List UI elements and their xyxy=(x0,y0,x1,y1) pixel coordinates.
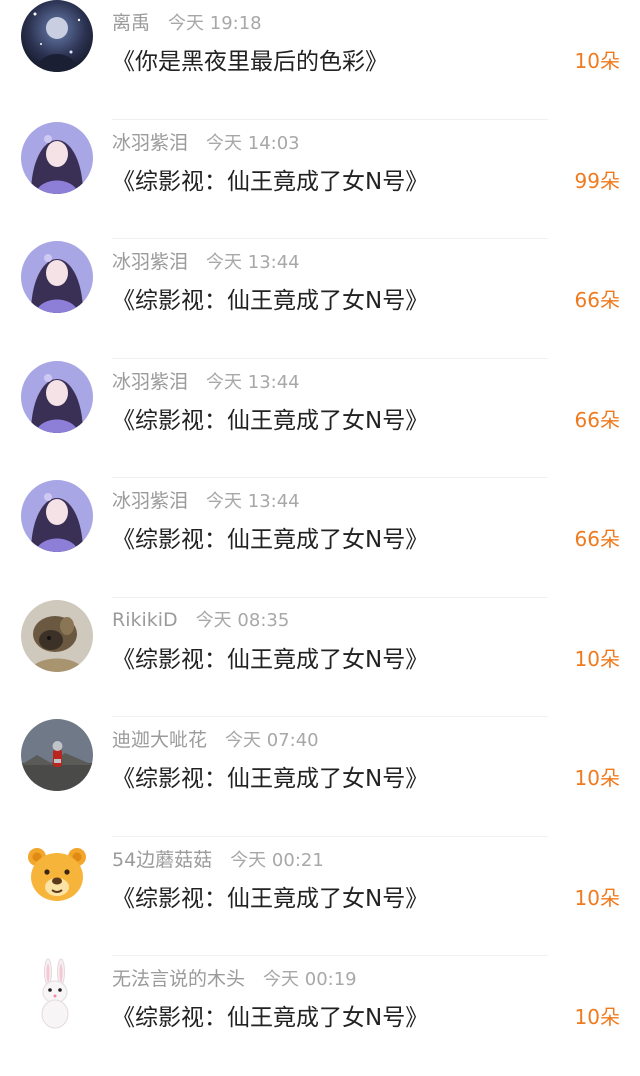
book-title[interactable]: 《综影视：仙王竟成了女N号》 xyxy=(112,998,428,1032)
row-meta: 离禹 今天 19:18 xyxy=(112,8,262,35)
dark-starry-portrait-icon[interactable] xyxy=(21,0,93,72)
book-title[interactable]: 《综影视：仙王竟成了女N号》 xyxy=(112,162,428,196)
timestamp: 今天 13:44 xyxy=(206,371,300,393)
timestamp: 今天 07:40 xyxy=(225,730,319,751)
list-item[interactable]: 无法言说的木头 今天 00:19 《综影视：仙王竟成了女N号》 10朵 xyxy=(0,956,640,1076)
row-meta: 54边蘑菇菇 今天 00:21 xyxy=(112,845,324,872)
username[interactable]: 无法言说的木头 xyxy=(112,968,245,990)
book-title[interactable]: 《综影视：仙王竟成了女N号》 xyxy=(112,520,428,554)
username[interactable]: 冰羽紫泪 xyxy=(112,132,188,154)
username[interactable]: 54边蘑菇菇 xyxy=(112,849,212,871)
username[interactable]: 离禹 xyxy=(112,12,150,34)
flower-count: 10朵 xyxy=(574,1005,620,1029)
purple-anime-girl-icon[interactable] xyxy=(21,360,93,433)
flower-count: 99朵 xyxy=(574,168,620,193)
username[interactable]: 冰羽紫泪 xyxy=(112,371,188,393)
book-title[interactable]: 《综影视：仙王竟成了女N号》 xyxy=(112,879,428,913)
username[interactable]: 迪迦大呲花 xyxy=(112,729,207,751)
book-title[interactable]: 《综影视：仙王竟成了女N号》 xyxy=(112,759,428,793)
timestamp: 今天 13:44 xyxy=(206,252,300,273)
list-item[interactable]: 离禹 今天 19:18 《你是黑夜里最后的色彩》 10朵 xyxy=(0,0,640,120)
username[interactable]: 冰羽紫泪 xyxy=(112,251,188,273)
flower-count: 66朵 xyxy=(574,407,620,432)
gift-record-list: 离禹 今天 19:18 《你是黑夜里最后的色彩》 10朵 冰羽紫泪 今天 14:03… xyxy=(0,0,640,1076)
timestamp: 今天 00:21 xyxy=(230,849,324,871)
book-title[interactable]: 《你是黑夜里最后的色彩》 xyxy=(112,42,388,76)
row-meta: 冰羽紫泪 今天 13:44 xyxy=(112,367,300,394)
list-item[interactable]: 冰羽紫泪 今天 13:44 《综影视：仙王竟成了女N号》 66朵 xyxy=(0,478,640,598)
white-rabbit-icon[interactable] xyxy=(21,958,93,1030)
username[interactable]: 冰羽紫泪 xyxy=(112,490,188,512)
flower-count: 66朵 xyxy=(574,288,620,312)
book-title[interactable]: 《综影视：仙王竟成了女N号》 xyxy=(112,401,428,435)
row-meta: 冰羽紫泪 今天 13:44 xyxy=(112,486,300,513)
bear-face-icon[interactable] xyxy=(21,839,93,911)
timestamp: 今天 13:44 xyxy=(206,491,300,512)
timestamp: 今天 14:03 xyxy=(206,132,300,154)
list-item[interactable]: 冰羽紫泪 今天 13:44 《综影视：仙王竟成了女N号》 66朵 xyxy=(0,239,640,359)
timestamp: 今天 08:35 xyxy=(195,609,290,631)
purple-anime-girl-icon[interactable] xyxy=(21,480,93,552)
list-item[interactable]: 迪迦大呲花 今天 07:40 《综影视：仙王竟成了女N号》 10朵 xyxy=(0,717,640,837)
username[interactable]: RikikiD xyxy=(112,609,178,631)
timestamp: 今天 19:18 xyxy=(168,13,262,34)
list-item[interactable]: 冰羽紫泪 今天 14:03 《综影视：仙王竟成了女N号》 99朵 xyxy=(0,120,640,239)
book-title[interactable]: 《综影视：仙王竟成了女N号》 xyxy=(112,640,428,674)
purple-anime-girl-icon[interactable] xyxy=(21,121,93,194)
list-item[interactable]: 冰羽紫泪 今天 13:44 《综影视：仙王竟成了女N号》 66朵 xyxy=(0,359,640,478)
flower-count: 66朵 xyxy=(574,527,620,551)
timestamp: 今天 00:19 xyxy=(263,969,357,990)
ultraman-figure-icon[interactable] xyxy=(21,719,93,791)
row-meta: RikikiD 今天 08:35 xyxy=(112,606,289,632)
purple-anime-girl-icon[interactable] xyxy=(21,241,93,313)
list-item[interactable]: 54边蘑菇菇 今天 00:21 《综影视：仙王竟成了女N号》 10朵 xyxy=(0,837,640,956)
dog-photo-icon[interactable] xyxy=(21,599,93,672)
row-meta: 冰羽紫泪 今天 13:44 xyxy=(112,247,300,274)
flower-count: 10朵 xyxy=(574,885,620,910)
flower-count: 10朵 xyxy=(574,766,620,790)
flower-count: 10朵 xyxy=(574,49,620,73)
book-title[interactable]: 《综影视：仙王竟成了女N号》 xyxy=(112,281,428,315)
row-meta: 迪迦大呲花 今天 07:40 xyxy=(112,725,319,752)
row-meta: 无法言说的木头 今天 00:19 xyxy=(112,964,357,991)
flower-count: 10朵 xyxy=(574,646,620,671)
row-meta: 冰羽紫泪 今天 14:03 xyxy=(112,128,300,155)
list-item[interactable]: RikikiD 今天 08:35 《综影视：仙王竟成了女N号》 10朵 xyxy=(0,598,640,717)
